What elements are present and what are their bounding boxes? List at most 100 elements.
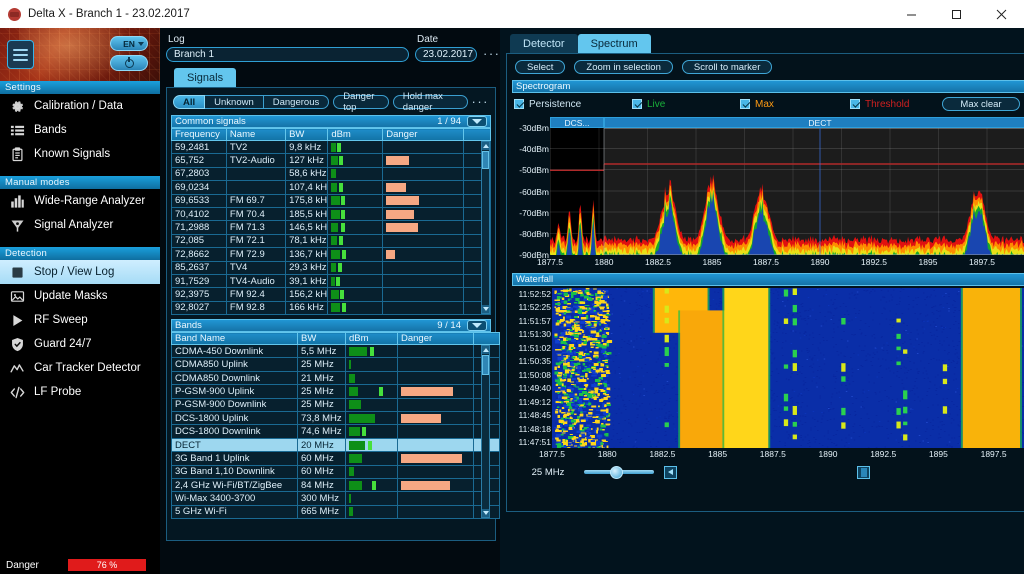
waterfall-plot-area[interactable]: [552, 288, 1024, 448]
table-row[interactable]: Wi-Max 3400-3700 300 MHz: [171, 491, 500, 506]
minimize-button[interactable]: [889, 0, 934, 28]
column-header[interactable]: Name: [225, 128, 287, 141]
common-signals-scrollbar[interactable]: [481, 141, 490, 315]
table-row[interactable]: 91,7529 TV4-Audio 39,1 kHz: [171, 274, 491, 289]
sidebar-item-car-tracker-detector[interactable]: Car Tracker Detector: [0, 356, 160, 380]
column-header[interactable]: [462, 128, 491, 141]
bands-collapse-icon[interactable]: [467, 320, 487, 332]
table-row[interactable]: 59,2481 TV2 9,8 kHz: [171, 140, 491, 155]
table-row[interactable]: DECT 20 MHz: [171, 438, 500, 453]
table-body: 59,2481 TV2 9,8 kHz 65,752 TV2-Audio 127 kHz 6…: [171, 140, 491, 316]
threshold-checkbox[interactable]: Threshold: [850, 99, 942, 110]
table-row[interactable]: 85,2637 TV4 29,3 kHz: [171, 261, 491, 275]
scroll-up-icon[interactable]: [482, 346, 489, 355]
table-row[interactable]: 3G Band 1,10 Downlink 60 MHz: [171, 465, 500, 479]
column-header[interactable]: Frequency: [171, 128, 227, 141]
column-header[interactable]: Danger: [397, 332, 474, 346]
sidebar-item-guard-24-7[interactable]: Guard 24/7: [0, 332, 160, 356]
column-header[interactable]: dBm: [327, 128, 384, 141]
scrollbar-thumb[interactable]: [482, 151, 489, 169]
column-header[interactable]: dBm: [345, 332, 398, 346]
scroll-to-marker-button[interactable]: Scroll to marker: [681, 60, 773, 74]
table-row[interactable]: 92,8027 FM 92.8 166 kHz: [171, 301, 491, 316]
table-header-row: Frequency Name BW dBm Danger: [171, 128, 491, 141]
table-row[interactable]: 3G Band 1 Uplink 60 MHz: [171, 451, 500, 466]
table-row[interactable]: P-GSM-900 Uplink 25 MHz: [171, 384, 500, 399]
table-row[interactable]: 70,4102 FM 70.4 185,5 kHz: [171, 207, 491, 222]
table-row[interactable]: 67,2803 58,6 kHz: [171, 167, 491, 182]
tab-signals[interactable]: Signals: [174, 68, 237, 87]
danger-top-button[interactable]: Danger top: [333, 91, 389, 113]
column-header[interactable]: BW: [285, 128, 329, 141]
date-input[interactable]: 23.02.2017: [415, 47, 477, 62]
table-row[interactable]: 72,8662 FM 72.9 136,7 kHz: [171, 247, 491, 262]
filter-unknown[interactable]: Unknown: [205, 95, 264, 109]
cell-bw: 175,8 kHz: [285, 194, 329, 208]
power-button[interactable]: [110, 55, 148, 71]
zoom-in-selection-button[interactable]: Zoom in selection: [574, 60, 673, 74]
sidebar-item-rf-sweep[interactable]: RF Sweep: [0, 308, 160, 332]
cell-dbm: [345, 371, 398, 386]
live-checkbox[interactable]: Live: [632, 99, 740, 110]
x-tick-label: 1897.5: [980, 449, 1007, 459]
sidebar-item-stop-view-log[interactable]: Stop / View Log: [0, 260, 160, 284]
filter-all[interactable]: All: [173, 95, 206, 109]
table-row[interactable]: DCS-1800 Downlink 74,6 MHz: [171, 424, 500, 439]
cell-danger: [382, 274, 464, 289]
level-bar: [349, 507, 354, 517]
persistence-checkbox[interactable]: Persistence: [514, 99, 632, 110]
language-selector[interactable]: EN: [110, 36, 148, 51]
table-row[interactable]: 69,6533 FM 69.7 175,8 kHz: [171, 194, 491, 208]
sidebar-item-wide-range-analyzer[interactable]: Wide-Range Analyzer: [0, 189, 160, 213]
filter-dangerous[interactable]: Dangerous: [263, 95, 330, 109]
menu-hamburger-icon[interactable]: [7, 40, 34, 69]
sidebar-item-lf-probe[interactable]: LF Probe: [0, 380, 160, 404]
column-header[interactable]: BW: [297, 332, 346, 346]
table-row[interactable]: 5 GHz Wi-Fi 665 MHz: [171, 505, 500, 520]
scroll-up-icon[interactable]: [482, 142, 489, 150]
column-header[interactable]: Band Name: [171, 332, 298, 346]
table-row[interactable]: CDMA850 Downlink 21 MHz: [171, 371, 500, 386]
max-clear-button[interactable]: Max clear: [942, 97, 1020, 111]
table-row[interactable]: 92,3975 FM 92.4 156,2 kHz: [171, 287, 491, 302]
column-header[interactable]: [473, 332, 500, 346]
scroll-down-icon[interactable]: [482, 509, 489, 518]
sidebar: EN Settings Calibration / Data Bands Known …: [0, 28, 160, 574]
scroll-down-icon[interactable]: [482, 305, 489, 314]
common-signals-collapse-icon[interactable]: [467, 116, 487, 127]
log-input[interactable]: Branch 1: [166, 47, 409, 62]
slider-knob[interactable]: [610, 465, 623, 479]
log-overflow-menu[interactable]: ···: [483, 46, 501, 62]
filter-overflow-menu[interactable]: ···: [472, 94, 490, 110]
waterfall-step-button[interactable]: [664, 465, 677, 479]
spectrum-plot-area[interactable]: DCS... DECT: [550, 117, 1024, 255]
tab-spectrum[interactable]: Spectrum: [577, 34, 651, 53]
scrollbar-thumb[interactable]: [482, 355, 489, 376]
maximize-button[interactable]: [934, 0, 979, 28]
column-header[interactable]: Danger: [382, 128, 464, 141]
table-row[interactable]: 2,4 GHz Wi-Fi/BT/ZigBee 84 MHz: [171, 478, 500, 493]
table-row[interactable]: CDMA-450 Downlink 5,5 MHz: [171, 344, 500, 359]
waterfall-marker-button[interactable]: [857, 465, 870, 479]
sidebar-item-calibration-data[interactable]: Calibration / Data: [0, 94, 160, 118]
table-row[interactable]: 72,085 FM 72.1 78,1 kHz: [171, 234, 491, 249]
hold-max-danger-button[interactable]: Hold max danger: [392, 91, 468, 113]
table-row[interactable]: 65,752 TV2-Audio 127 kHz: [171, 153, 491, 168]
bands-scrollbar[interactable]: [481, 345, 490, 519]
sidebar-item-known-signals[interactable]: Known Signals: [0, 142, 160, 166]
table-row[interactable]: DCS-1800 Uplink 73,8 MHz: [171, 411, 500, 426]
close-button[interactable]: [979, 0, 1024, 28]
sidebar-item-bands[interactable]: Bands: [0, 118, 160, 142]
sidebar-item-update-masks[interactable]: Update Masks: [0, 284, 160, 308]
tab-detector[interactable]: Detector: [510, 34, 578, 53]
sidebar-item-signal-analyzer[interactable]: Signal Analyzer: [0, 213, 160, 237]
waterfall-span-slider[interactable]: [584, 465, 654, 479]
max-checkbox[interactable]: Max: [740, 99, 850, 110]
table-row[interactable]: CDMA850 Uplink 25 MHz: [171, 357, 500, 372]
band-annotation[interactable]: DECT: [604, 117, 1024, 128]
table-row[interactable]: P-GSM-900 Downlink 25 MHz: [171, 398, 500, 413]
table-row[interactable]: 69,0234 107,4 kHz: [171, 180, 491, 195]
select-button[interactable]: Select: [515, 60, 566, 74]
band-annotation[interactable]: DCS...: [550, 117, 604, 128]
table-row[interactable]: 71,2988 FM 71.3 146,5 kHz: [171, 220, 491, 235]
